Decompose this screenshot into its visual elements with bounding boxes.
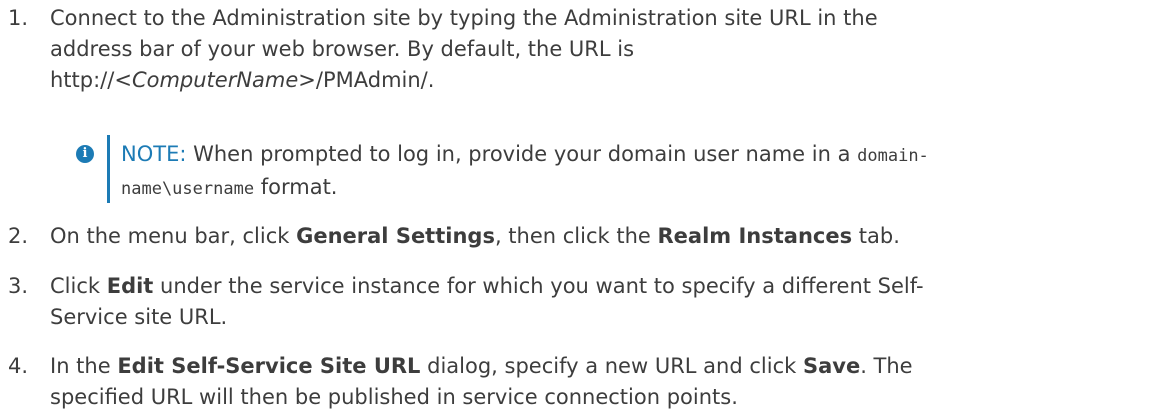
step-line: On the menu bar, click General Settings,… bbox=[50, 221, 1145, 252]
note-line: NOTE: When prompted to log in, provide y… bbox=[121, 139, 1131, 172]
step-line: specified URL will then be published in … bbox=[50, 385, 738, 409]
step-text-part: . The bbox=[860, 354, 913, 378]
note-callout: i NOTE: When prompted to log in, provide… bbox=[76, 135, 1136, 203]
step-number: 2. bbox=[8, 224, 29, 248]
note-label: NOTE: bbox=[121, 142, 187, 166]
step-text-part: , then click the bbox=[494, 224, 658, 248]
url-suffix: >/PMAdmin/. bbox=[298, 68, 435, 92]
step-text-part: Click bbox=[50, 274, 107, 298]
step-line: Service site URL. bbox=[50, 305, 228, 329]
step-line: In the Edit Self-Service Site URL dialog… bbox=[50, 351, 1145, 382]
step-line: Click Edit under the service instance fo… bbox=[50, 271, 1145, 302]
step-text-part: On the menu bar, click bbox=[50, 224, 297, 248]
note-text: NOTE: When prompted to log in, provide y… bbox=[121, 139, 1131, 205]
step-line: address bar of your web browser. By defa… bbox=[50, 37, 635, 61]
step-text: On the menu bar, click General Settings,… bbox=[50, 221, 1145, 252]
step-text: Click Edit under the service instance fo… bbox=[50, 271, 1145, 333]
step-text: Connect to the Administration site by ty… bbox=[50, 3, 1145, 96]
ui-reference-save: Save bbox=[802, 354, 861, 378]
step-number: 1. bbox=[8, 6, 29, 30]
note-divider bbox=[107, 135, 110, 203]
step-line: Connect to the Administration site by ty… bbox=[50, 6, 878, 30]
ui-reference-general-settings: General Settings bbox=[296, 224, 495, 248]
step-number: 3. bbox=[8, 274, 29, 298]
note-code: name\username bbox=[121, 179, 255, 199]
url-placeholder: ComputerName bbox=[131, 68, 299, 92]
url-prefix: http://< bbox=[50, 68, 132, 92]
ui-reference-edit-dialog: Edit Self-Service Site URL bbox=[117, 354, 421, 378]
note-text-1: When prompted to log in, provide your do… bbox=[186, 142, 858, 166]
note-line: name\username format. bbox=[121, 172, 1131, 205]
step-text-part: under the service instance for which you… bbox=[153, 274, 924, 298]
step-text-part: In the bbox=[50, 354, 118, 378]
step-text: In the Edit Self-Service Site URL dialog… bbox=[50, 351, 1145, 413]
note-text-2: format. bbox=[254, 175, 338, 199]
ui-reference-realm-instances: Realm Instances bbox=[657, 224, 853, 248]
step-number: 4. bbox=[8, 354, 29, 378]
info-icon: i bbox=[76, 145, 94, 163]
step-text-part: dialog, specify a new URL and click bbox=[420, 354, 803, 378]
default-url: http://<ComputerName>/PMAdmin/. bbox=[50, 65, 1145, 96]
note-code: domain- bbox=[857, 146, 929, 166]
step-text-part: tab. bbox=[852, 224, 900, 248]
document: 1. Connect to the Administration site by… bbox=[0, 0, 1150, 419]
ui-reference-edit: Edit bbox=[106, 274, 154, 298]
